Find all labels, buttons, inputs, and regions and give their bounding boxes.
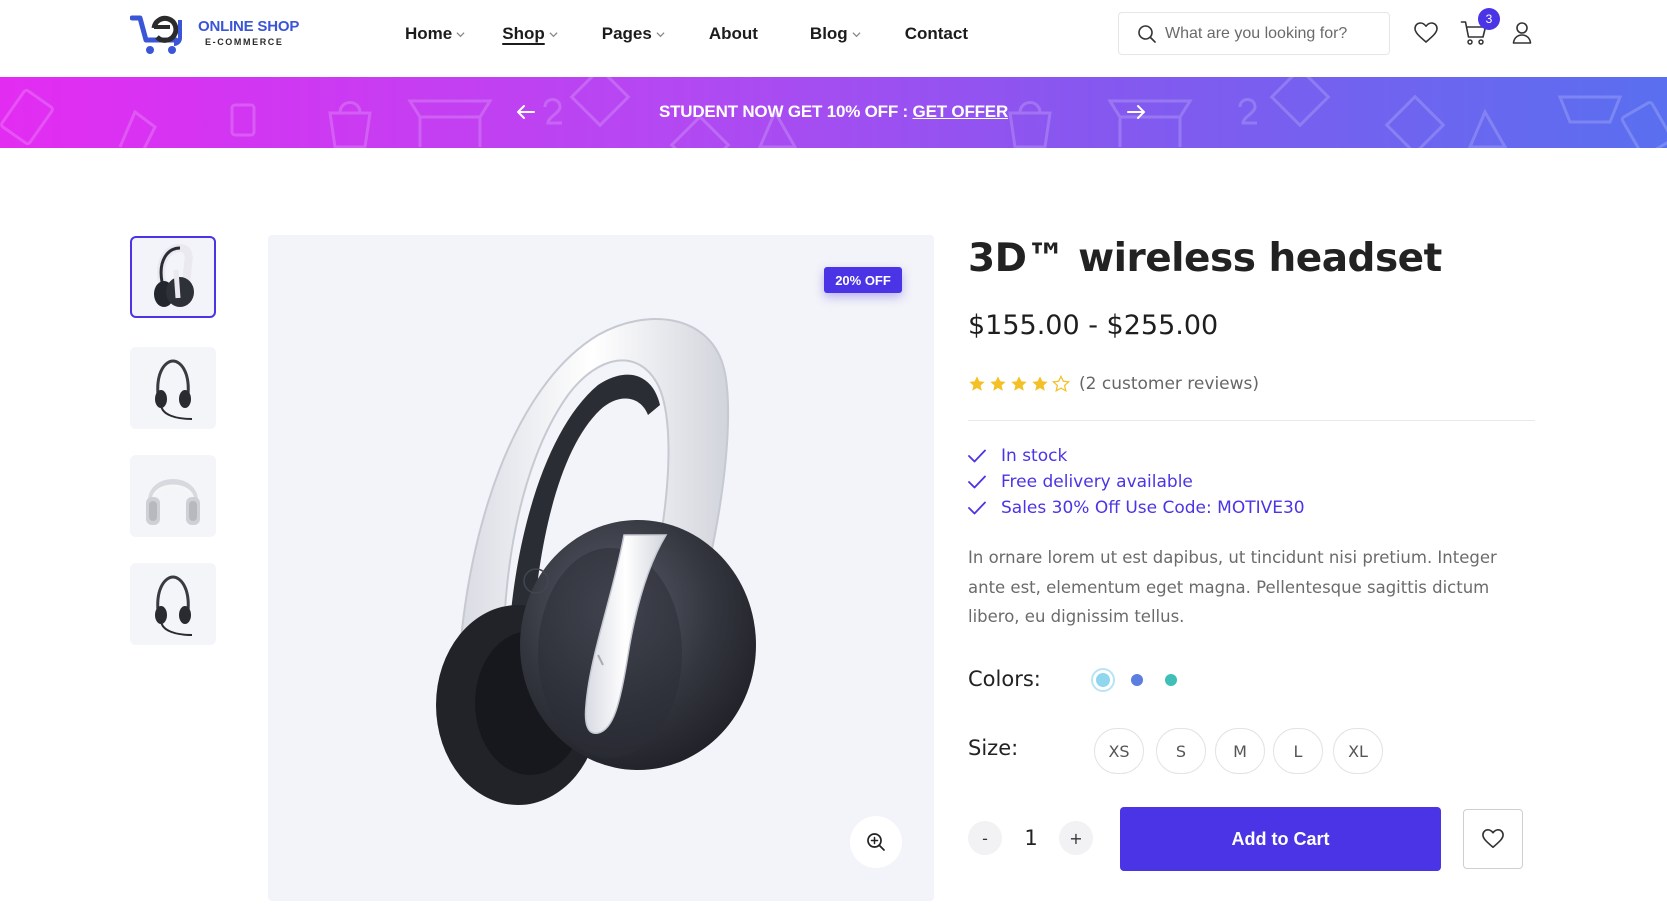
search-box xyxy=(1118,12,1390,55)
logo-subtitle: E-COMMERCE xyxy=(205,37,284,47)
star-empty-icon xyxy=(1052,375,1070,392)
feature-text: In stock xyxy=(1001,446,1068,466)
size-option-m[interactable]: M xyxy=(1215,728,1265,774)
main-product-image[interactable] xyxy=(268,235,934,901)
star-filled-icon xyxy=(990,376,1006,391)
thumbnail-4[interactable] xyxy=(130,563,216,645)
product-headset-image xyxy=(436,318,756,805)
nav-label: Blog xyxy=(809,24,848,43)
promo-message: STUDENT NOW GET 10% OFF : xyxy=(658,102,913,121)
thumbnail-2[interactable] xyxy=(130,347,216,429)
size-option-l[interactable]: L xyxy=(1273,728,1323,774)
size-option-xl[interactable]: XL xyxy=(1333,728,1383,774)
star-filled-icon xyxy=(1032,376,1048,391)
chevron-down-icon xyxy=(456,31,465,37)
thumb-headset-white xyxy=(154,243,194,307)
search-icon[interactable] xyxy=(1137,24,1157,44)
get-offer-link[interactable]: GET OFFER xyxy=(913,102,1009,121)
zoom-in-icon xyxy=(867,833,885,851)
nav-shop[interactable]: Shop xyxy=(502,22,558,46)
product-rating[interactable]: (2 customer reviews) xyxy=(968,374,1259,394)
nav-label: Contact xyxy=(904,24,968,43)
heart-icon[interactable] xyxy=(1413,20,1439,46)
add-to-wishlist-button[interactable] xyxy=(1463,809,1523,869)
quantity-value[interactable]: 1 xyxy=(1014,826,1048,850)
nav-home[interactable]: Home xyxy=(405,22,465,46)
chevron-down-icon xyxy=(549,31,558,37)
thumbnail-3[interactable] xyxy=(130,455,216,537)
cart-count-badge: 3 xyxy=(1478,8,1500,30)
nav-contact[interactable]: Contact xyxy=(905,22,968,46)
logo-cart-icon xyxy=(129,15,182,54)
main-nav: Home Shop Pages About Blog Contact xyxy=(405,22,968,46)
nav-about[interactable]: About xyxy=(709,22,758,46)
review-count[interactable]: (2 customer reviews) xyxy=(1079,374,1259,394)
feature-text: Sales 30% Off Use Code: MOTIVE30 xyxy=(1001,498,1305,518)
nav-pages[interactable]: Pages xyxy=(602,22,665,46)
feature-text: Free delivery available xyxy=(1001,472,1193,492)
user-icon[interactable] xyxy=(1511,20,1533,46)
logo-title: ONLINE SHOP xyxy=(198,18,300,35)
chevron-down-icon xyxy=(656,31,665,37)
add-to-cart-button[interactable]: Add to Cart xyxy=(1120,807,1441,871)
swatch-fill xyxy=(1096,673,1110,687)
quantity-decrease-button[interactable]: - xyxy=(968,821,1002,855)
heart-icon xyxy=(1482,829,1504,849)
promo-text: STUDENT NOW GET 10% OFF : GET OFFER xyxy=(0,102,1667,122)
divider xyxy=(968,420,1535,421)
thumb-headphones-silver xyxy=(146,479,200,525)
feature-sale-code: Sales 30% Off Use Code: MOTIVE30 xyxy=(968,498,1305,518)
feature-in-stock: In stock xyxy=(968,446,1067,466)
rating-stars xyxy=(968,375,1070,393)
check-icon xyxy=(968,475,986,489)
nav-label: Home xyxy=(405,24,453,43)
zoom-button[interactable] xyxy=(850,816,902,868)
discount-badge: 20% OFF xyxy=(824,267,902,293)
feature-free-delivery: Free delivery available xyxy=(968,472,1193,492)
thumb-headset-mic xyxy=(155,575,193,636)
thumb-headset-mic xyxy=(155,359,193,420)
check-icon xyxy=(968,449,986,463)
nav-label: Pages xyxy=(601,24,652,43)
logo[interactable]: ONLINE SHOP E-COMMERCE xyxy=(129,10,300,56)
star-filled-icon xyxy=(1011,376,1027,391)
product-description: In ornare lorem ut est dapibus, ut tinci… xyxy=(968,548,1497,626)
arrow-right-icon[interactable] xyxy=(1124,101,1148,123)
product-price: $155.00 - $255.00 xyxy=(968,310,1219,341)
chevron-down-icon xyxy=(852,31,861,37)
size-option-xs[interactable]: XS xyxy=(1094,728,1144,774)
nav-label: Shop xyxy=(502,24,545,43)
promo-banner: STUDENT NOW GET 10% OFF : GET OFFER xyxy=(0,77,1667,148)
size-option-s[interactable]: S xyxy=(1156,728,1206,774)
search-input[interactable] xyxy=(1165,24,1385,43)
quantity-increase-button[interactable]: + xyxy=(1059,821,1093,855)
nav-label: About xyxy=(708,24,758,43)
product-title: 3D™ wireless headset xyxy=(968,236,1442,281)
color-swatch-teal[interactable] xyxy=(1165,674,1177,686)
color-swatch-blue[interactable] xyxy=(1131,674,1143,686)
site-header: ONLINE SHOP E-COMMERCE Home Shop Pages A… xyxy=(0,0,1667,77)
check-icon xyxy=(968,501,986,515)
colors-label: Colors: xyxy=(968,667,1041,691)
nav-blog[interactable]: Blog xyxy=(810,22,861,46)
thumbnail-1[interactable] xyxy=(130,236,216,318)
color-swatch-light-blue[interactable] xyxy=(1091,668,1115,692)
size-label: Size: xyxy=(968,736,1019,760)
star-filled-icon xyxy=(969,376,985,391)
